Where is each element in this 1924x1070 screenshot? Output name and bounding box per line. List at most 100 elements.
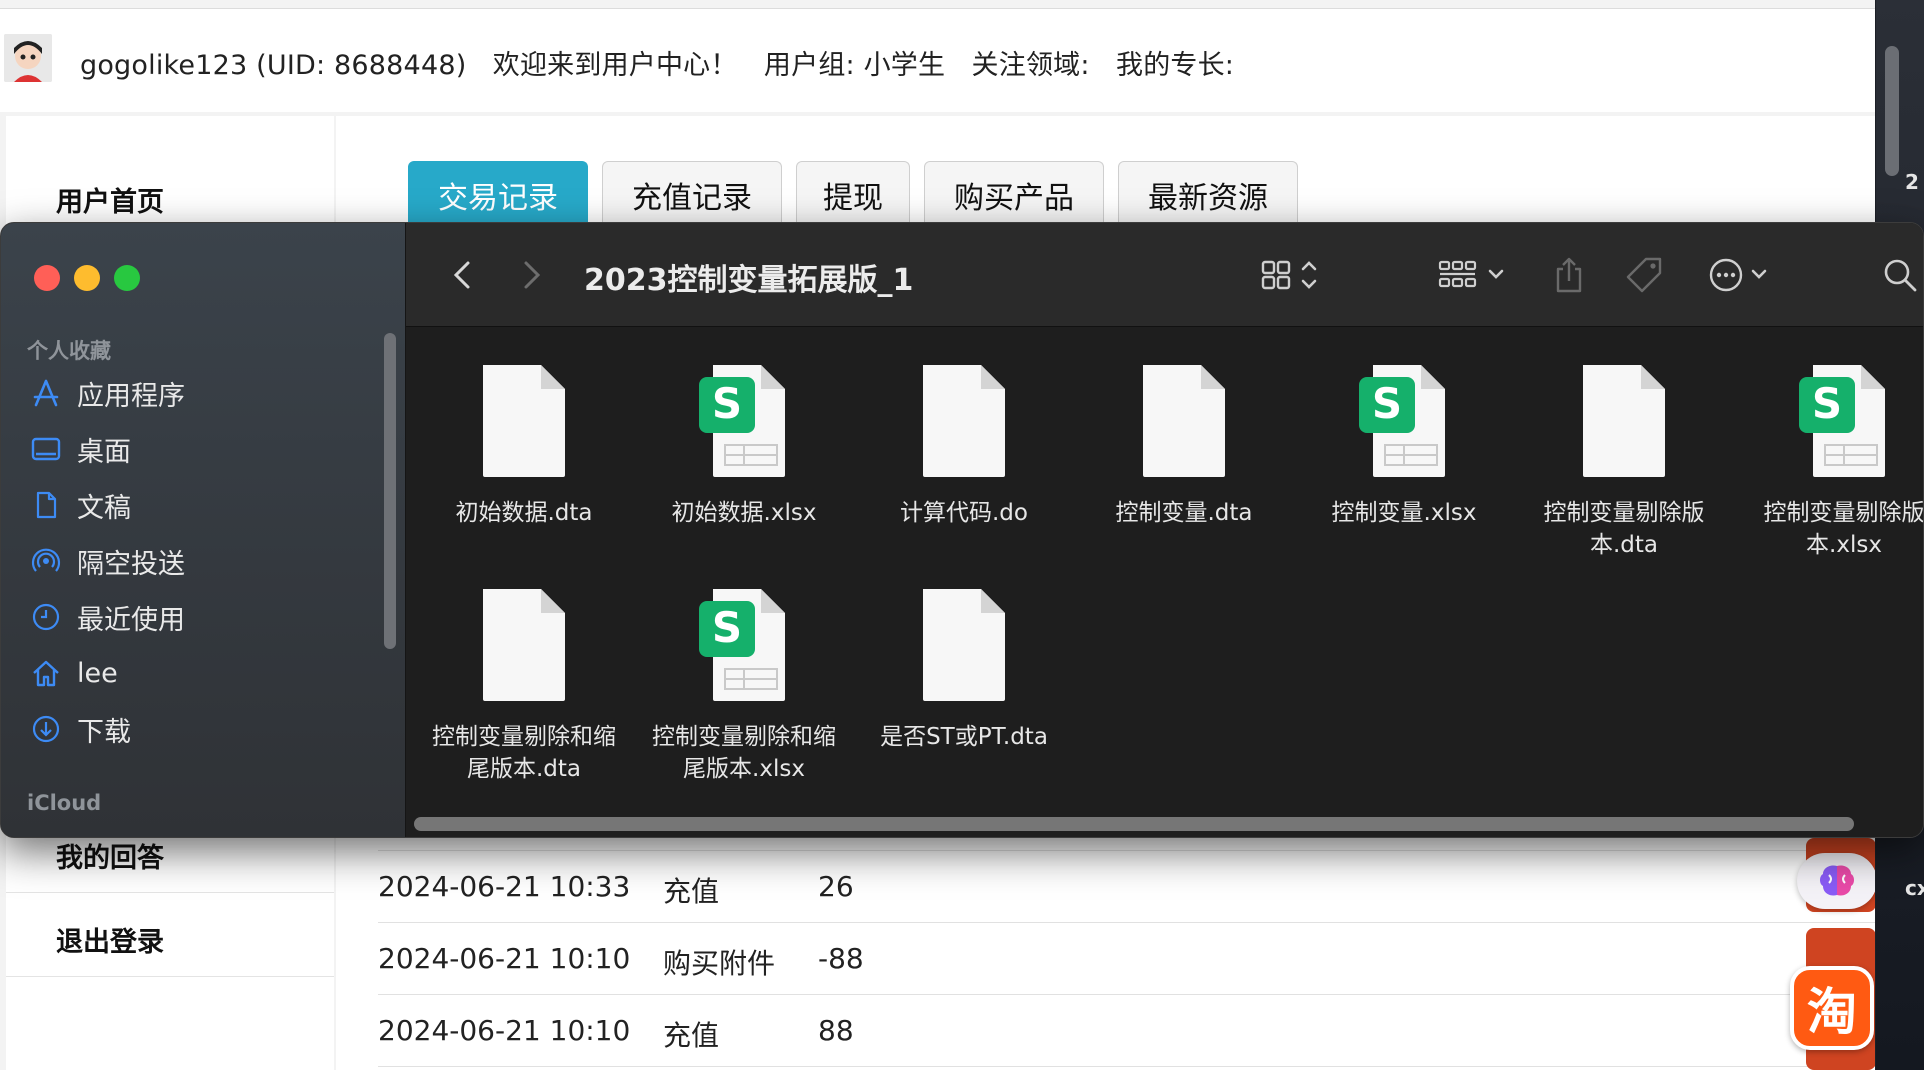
tab-purchases[interactable]: 购买产品 [924,161,1104,227]
svg-text:S: S [712,603,742,652]
sidebar-item-documents[interactable]: 文稿 [29,485,131,525]
sidebar-item-home[interactable]: lee [29,653,118,693]
file-item[interactable]: 初始数据.dta [414,363,634,529]
file-item[interactable]: 是否ST或PT.dta [854,587,1074,753]
sidebar-item-home[interactable]: 用户首页 [56,180,164,219]
recents-icon [29,600,63,634]
downloads-icon [29,712,63,746]
folder-title: 2023控制变量拓展版_1 [584,263,914,298]
document-icon [479,363,569,479]
tx-time: 2024-06-21 10:33 [378,870,631,903]
document-icon [479,587,569,703]
tab-latest-resources[interactable]: 最新资源 [1118,161,1298,227]
documents-icon [29,488,63,522]
tx-type: 充值 [663,1019,720,1052]
document-icon [919,587,1009,703]
avatar[interactable] [4,34,52,82]
document-icon [1139,363,1229,479]
applications-icon [29,376,63,410]
file-item[interactable]: 控制变量剔除和缩 尾版本.dta [414,587,634,785]
back-button[interactable] [450,253,474,297]
view-mode-button[interactable] [1259,253,1323,297]
svg-text:S: S [712,379,742,428]
file-name: 控制变量剔除版 本.xlsx [1763,500,1924,558]
share-button[interactable] [1552,253,1586,297]
minimize-window-button[interactable] [74,265,100,291]
document-icon [1579,363,1669,479]
file-name: 初始数据.dta [455,500,593,526]
file-item[interactable]: 控制变量剔除版 本.dta [1514,363,1734,561]
tags-button[interactable] [1624,253,1664,297]
forward-button[interactable] [520,253,544,297]
more-ellipsis-icon [1709,258,1767,292]
close-window-button[interactable] [34,265,60,291]
sidebar-item-airdrop[interactable]: 隔空投送 [29,541,185,581]
airdrop-icon [29,544,63,578]
tx-amount: -88 [818,942,864,975]
sidebar-scrollbar[interactable] [384,333,396,649]
sidebar-item-logout[interactable]: 退出登录 [56,920,164,959]
favorites-header: 个人收藏 [27,339,111,363]
sidebar-item-label: 桌面 [77,436,131,468]
file-name: 计算代码.do [900,500,1028,526]
tab-transactions[interactable]: 交易记录 [408,161,588,227]
tab-withdraw[interactable]: 提现 [796,161,910,227]
file-name: 控制变量剔除版 本.dta [1543,500,1705,558]
file-name: 控制变量剔除和缩 尾版本.xlsx [652,724,836,782]
file-item[interactable]: S 控制变量剔除和缩 尾版本.xlsx [634,587,854,785]
file-name: 初始数据.xlsx [671,500,817,526]
sidebar-item-label: 下载 [77,716,131,748]
table-row: 2024-06-21 10:33 充值 26 [378,851,1875,923]
sidebar-item-applications[interactable]: 应用程序 [29,373,185,413]
svg-text:S: S [1372,379,1402,428]
sidebar-divider [6,976,334,977]
group-button[interactable] [1436,253,1508,297]
icloud-header: iCloud [27,791,102,815]
file-item[interactable]: S 控制变量.xlsx [1294,363,1514,529]
spreadsheet-icon: S [699,363,789,479]
file-item[interactable]: S 初始数据.xlsx [634,363,854,529]
sidebar-item-label: 隔空投送 [77,548,185,580]
file-item[interactable]: 计算代码.do [854,363,1074,529]
tx-amount: 88 [818,1014,854,1047]
file-name: 控制变量.xlsx [1331,500,1477,526]
tag-icon [1626,257,1662,293]
spreadsheet-icon: S [1359,363,1449,479]
sidebar-item-my-answers[interactable]: 我的回答 [56,836,164,875]
desktop-edge-text: 2 [1905,170,1919,194]
file-item[interactable]: 控制变量.dta [1074,363,1294,529]
table-row: 2024-06-21 10:10 充值 88 [378,995,1875,1067]
taobao-button[interactable]: 淘 [1790,966,1874,1050]
horizontal-scrollbar[interactable] [414,817,1854,831]
sidebar-item-downloads[interactable]: 下载 [29,709,131,749]
file-name: 是否ST或PT.dta [880,724,1048,750]
user-header: gogolike123 (UID: 8688448) 欢迎来到用户中心！ 用户组… [0,8,1875,112]
group-view-icon [1438,260,1504,288]
file-name: 控制变量剔除和缩 尾版本.dta [432,724,616,782]
tx-type: 购买附件 [663,947,776,980]
desktop-edge-text: cx [1905,876,1924,900]
chevron-right-icon [524,261,541,289]
share-icon [1556,257,1582,293]
tx-type: 充值 [663,875,720,908]
home-icon [29,656,63,690]
file-name: 控制变量.dta [1115,500,1253,526]
finder-window: 个人收藏 应用程序 桌面 文稿 隔空投送 最近使用 lee 下载 iCloud … [0,222,1924,838]
sidebar-item-desktop[interactable]: 桌面 [29,429,131,469]
browser-scrollbar[interactable] [1885,46,1899,176]
sidebar-item-recents[interactable]: 最近使用 [29,597,185,637]
search-button[interactable] [1880,253,1920,297]
brain-icon [1820,865,1854,896]
search-icon [1884,259,1917,292]
more-actions-button[interactable] [1706,253,1776,297]
sidebar-item-label: 应用程序 [77,380,185,412]
ai-assistant-button[interactable] [1797,853,1875,909]
sidebar-item-label: 最近使用 [77,604,185,636]
icon-grid-view-icon [1261,260,1317,290]
tab-recharge[interactable]: 充值记录 [602,161,782,227]
tx-time: 2024-06-21 10:10 [378,942,631,975]
zoom-window-button[interactable] [114,265,140,291]
svg-text:S: S [1812,379,1842,428]
desktop-icon [29,432,63,466]
file-item[interactable]: S 控制变量剔除版 本.xlsx [1734,363,1924,561]
